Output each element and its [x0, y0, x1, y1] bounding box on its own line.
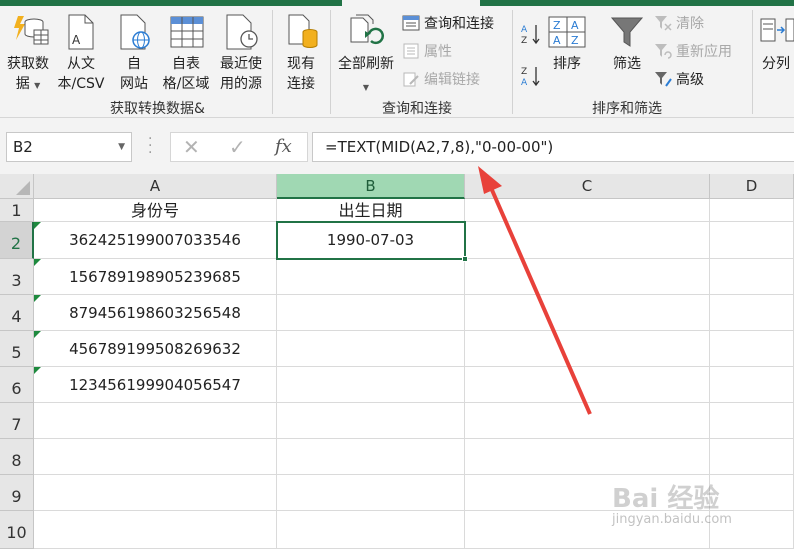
annotation-arrow: [478, 166, 592, 415]
